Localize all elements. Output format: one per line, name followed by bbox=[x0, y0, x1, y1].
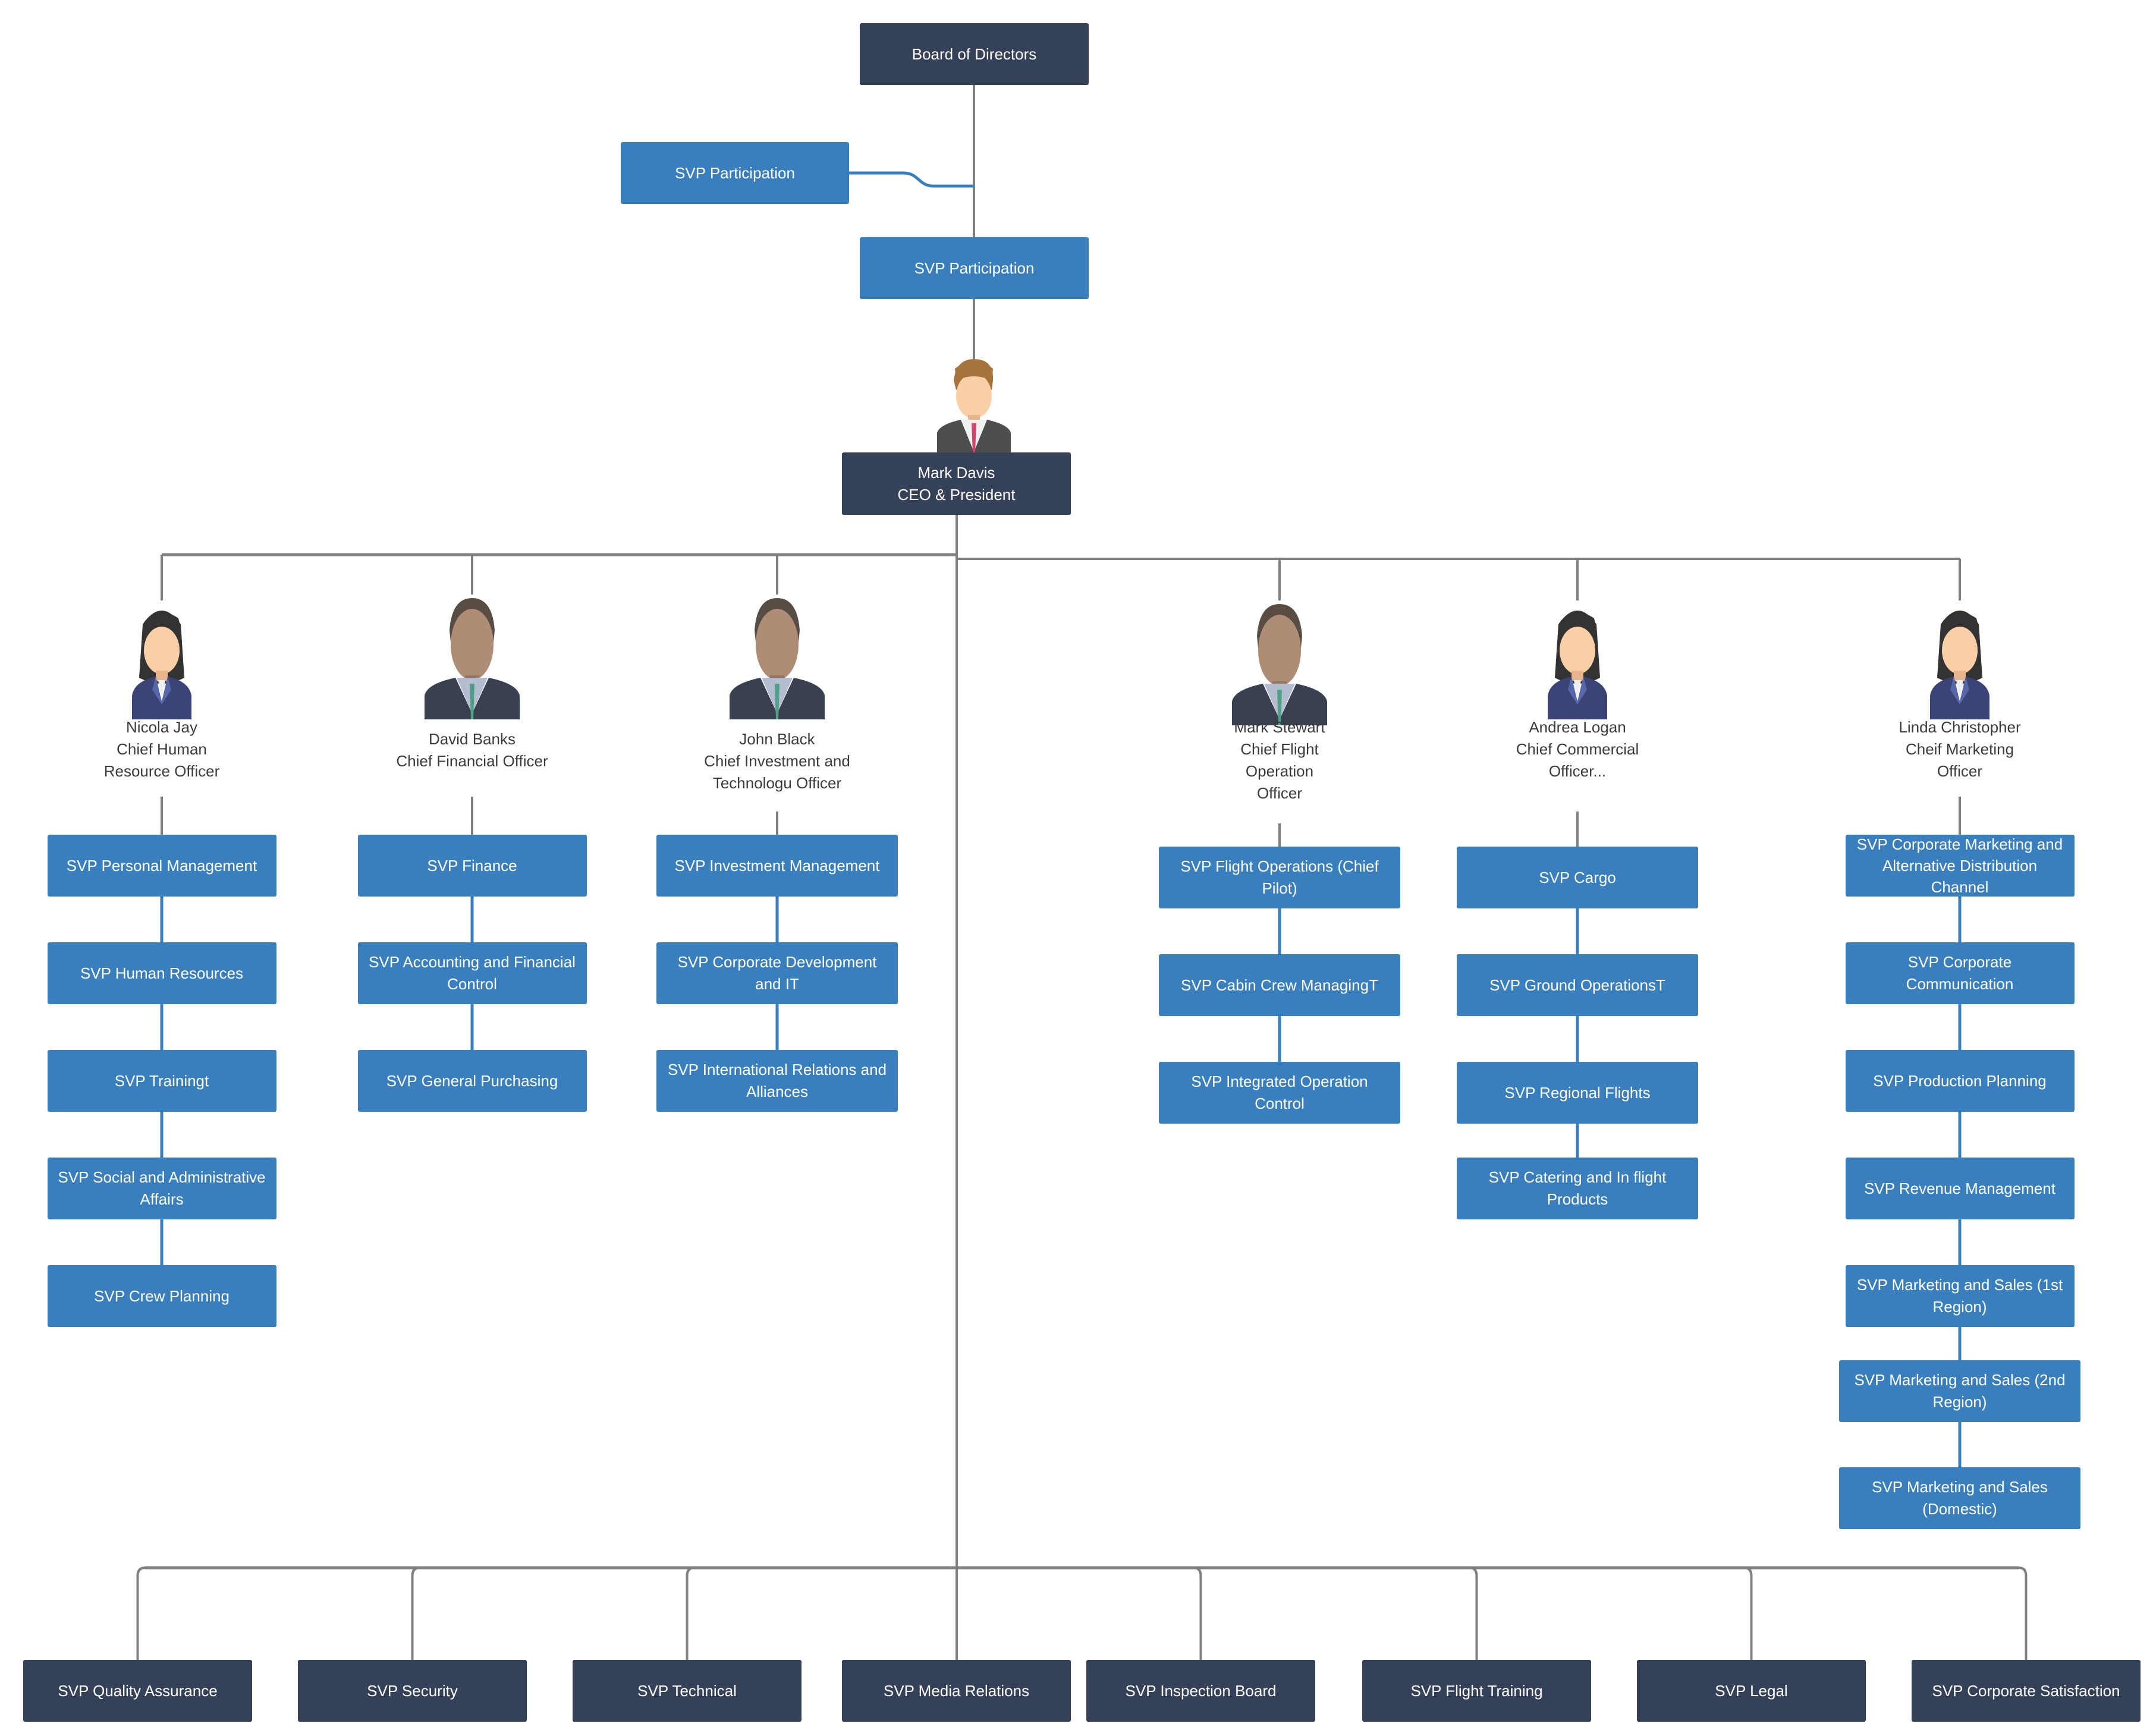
man-dark-skin-green-tie-icon bbox=[724, 595, 831, 719]
executive-title: Chief Investment and bbox=[704, 752, 850, 770]
ceo-box[interactable]: Mark Davis CEO & President bbox=[842, 452, 1071, 515]
svp-report-box[interactable]: SVP Ground OperationsT bbox=[1457, 954, 1698, 1016]
svp-report-box[interactable]: SVP Flight Operations (Chief Pilot) bbox=[1159, 847, 1400, 908]
executive-title: Resource Officer bbox=[103, 762, 220, 780]
woman-dark-hair-blue-suit-icon bbox=[1530, 600, 1625, 719]
svp-report-box[interactable]: SVP Human Resources bbox=[47, 942, 276, 1004]
svp-report-box[interactable]: SVP Cabin Crew ManagingT bbox=[1159, 954, 1400, 1016]
executive-label: Nicola Jay Chief Human Resource Officer bbox=[13, 716, 310, 782]
svp-report-box[interactable]: SVP Marketing and Sales (Domestic) bbox=[1839, 1467, 2080, 1529]
ceo-title: CEO & President bbox=[897, 485, 1016, 504]
executive-title: Operation bbox=[1245, 762, 1314, 780]
executive-title: Chief Commercial bbox=[1516, 740, 1639, 758]
executive-name: Linda Christopher bbox=[1899, 718, 2021, 736]
svp-report-box[interactable]: SVP Production Planning bbox=[1845, 1050, 2075, 1112]
executive-title: Chief Human bbox=[117, 740, 207, 758]
svp-participation-side-box[interactable]: SVP Participation bbox=[621, 142, 849, 204]
bottom-svp-box[interactable]: SVP Legal bbox=[1637, 1660, 1866, 1722]
executive-label: Andrea Logan Chief Commercial Officer... bbox=[1429, 716, 1726, 782]
bottom-svp-box[interactable]: SVP Security bbox=[298, 1660, 527, 1722]
svp-report-box[interactable]: SVP Marketing and Sales (1st Region) bbox=[1845, 1265, 2075, 1327]
bottom-svp-box[interactable]: SVP Flight Training bbox=[1362, 1660, 1591, 1722]
svp-report-box[interactable]: SVP Corporate Marketing and Alternative … bbox=[1845, 835, 2075, 897]
bottom-svp-box[interactable]: SVP Corporate Satisfaction bbox=[1912, 1660, 2141, 1722]
executive-label: Linda Christopher Cheif Marketing Officer bbox=[1811, 716, 2108, 782]
svp-report-box[interactable]: SVP Accounting and Financial Control bbox=[357, 942, 587, 1004]
svp-report-box[interactable]: SVP Crew Planning bbox=[47, 1265, 276, 1327]
svp-report-box[interactable]: SVP Revenue Management bbox=[1845, 1158, 2075, 1219]
bottom-drop-line bbox=[1193, 1567, 1202, 1660]
executive-title: Chief Flight bbox=[1240, 740, 1319, 758]
executive-name: David Banks bbox=[429, 730, 516, 748]
bottom-drop-line bbox=[1469, 1567, 1478, 1660]
bottom-svp-box[interactable]: SVP Technical bbox=[573, 1660, 802, 1722]
executive-title: Officer bbox=[1937, 762, 1983, 780]
svp-report-box[interactable]: SVP Trainingt bbox=[47, 1050, 276, 1112]
bottom-drop-line bbox=[1744, 1567, 1753, 1660]
man-dark-skin-green-tie-icon bbox=[419, 595, 526, 719]
executive-title: Technologu Officer bbox=[712, 774, 842, 792]
bottom-drop-line bbox=[686, 1567, 694, 1660]
woman-dark-hair-blue-suit-icon bbox=[1912, 600, 2007, 719]
svp-report-box[interactable]: SVP Personal Management bbox=[47, 835, 276, 897]
svp-report-box[interactable]: SVP Social and Administrative Affairs bbox=[47, 1158, 276, 1219]
svp-report-box[interactable]: SVP International Relations and Alliance… bbox=[656, 1050, 898, 1112]
bottom-svp-box[interactable]: SVP Media Relations bbox=[842, 1660, 1071, 1722]
executive-label: David Banks Chief Financial Officer bbox=[323, 728, 621, 772]
board-of-directors-box[interactable]: Board of Directors bbox=[860, 23, 1089, 85]
svp-report-box[interactable]: SVP Catering and In flight Products bbox=[1457, 1158, 1698, 1219]
svp-participation-main-box[interactable]: SVP Participation bbox=[860, 237, 1089, 299]
svp-report-box[interactable]: SVP General Purchasing bbox=[357, 1050, 587, 1112]
executive-title: Officer... bbox=[1548, 762, 1607, 780]
svp-report-box[interactable]: SVP Corporate Development and IT bbox=[656, 942, 898, 1004]
svp-report-box[interactable]: SVP Cargo bbox=[1457, 847, 1698, 908]
man-dark-skin-green-tie-icon bbox=[1226, 600, 1333, 725]
executive-label: Mark Stewart Chief Flight Operation Officer bbox=[1131, 716, 1428, 804]
bottom-svp-box[interactable]: SVP Inspection Board bbox=[1086, 1660, 1315, 1722]
executive-name: John Black bbox=[739, 730, 815, 748]
svp-report-box[interactable]: SVP Marketing and Sales (2nd Region) bbox=[1839, 1360, 2080, 1422]
svp-report-box[interactable]: SVP Regional Flights bbox=[1457, 1062, 1698, 1124]
svp-report-box[interactable]: SVP Corporate Communication bbox=[1845, 942, 2075, 1004]
executive-title: Chief Financial Officer bbox=[396, 752, 548, 770]
executive-title: Officer bbox=[1256, 784, 1303, 802]
executive-name: Nicola Jay bbox=[126, 718, 197, 736]
executive-label: John Black Chief Investment and Technologu… bbox=[628, 728, 926, 794]
woman-dark-hair-blue-suit-icon bbox=[114, 600, 209, 719]
svp-report-box[interactable]: SVP Finance bbox=[357, 835, 587, 897]
executive-name: Andrea Logan bbox=[1529, 718, 1626, 736]
bottom-drop-line bbox=[411, 1567, 420, 1660]
bottom-svp-box[interactable]: SVP Quality Assurance bbox=[23, 1660, 252, 1722]
executive-name: Mark Stewart bbox=[1234, 718, 1325, 736]
executive-title: Cheif Marketing bbox=[1905, 740, 2014, 758]
svp-report-box[interactable]: SVP Investment Management bbox=[656, 835, 898, 897]
bottom-drop-line bbox=[136, 1567, 145, 1660]
ceo-name: Mark Davis bbox=[917, 463, 995, 482]
bottom-drop-line bbox=[2019, 1567, 2028, 1660]
svp-report-box[interactable]: SVP Integrated Operation Control bbox=[1159, 1062, 1400, 1124]
ceo-avatar-icon bbox=[935, 357, 1012, 453]
side-svp-connector bbox=[849, 171, 974, 188]
